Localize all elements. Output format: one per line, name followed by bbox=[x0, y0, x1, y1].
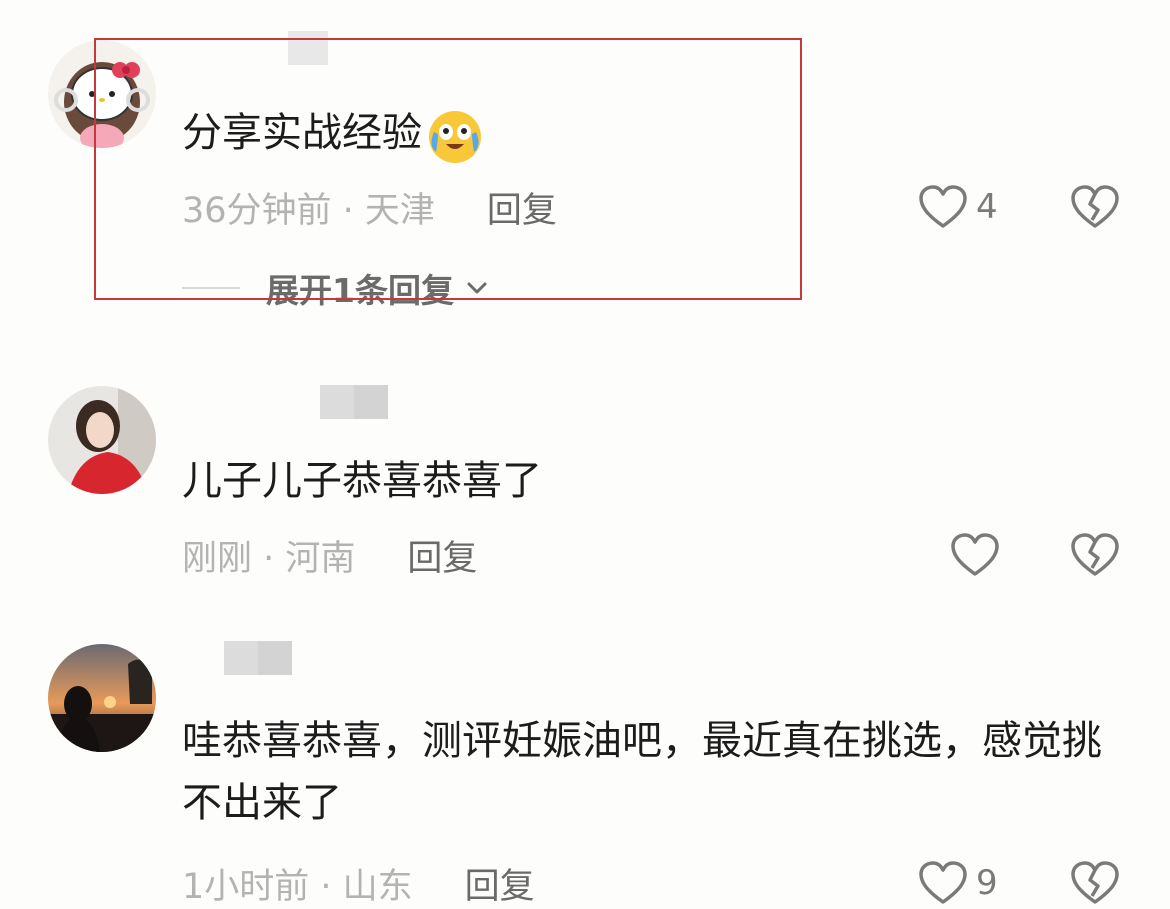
avatar[interactable] bbox=[48, 40, 156, 148]
comment-body: 哇恭喜恭喜，测评妊娠油吧，最近真在挑选，感觉挑不出来了 bbox=[182, 718, 1102, 826]
like-button[interactable]: 4 bbox=[918, 182, 998, 232]
heart-icon bbox=[951, 533, 999, 576]
dislike-button[interactable] bbox=[1070, 858, 1120, 908]
like-count: 4 bbox=[976, 187, 998, 227]
like-count: 9 bbox=[976, 863, 998, 903]
username-blurred[interactable] bbox=[182, 382, 388, 422]
username-mosaic bbox=[258, 641, 292, 675]
reply-button[interactable]: 回复 bbox=[407, 530, 477, 581]
dislike-button[interactable] bbox=[1070, 530, 1120, 580]
username-blurred[interactable] bbox=[182, 638, 292, 678]
like-button[interactable] bbox=[950, 530, 1008, 580]
comment-meta: 刚刚 · 河南 回复 bbox=[182, 530, 477, 581]
comment-meta: 36分钟前 · 天津 回复 bbox=[182, 182, 557, 233]
username-mosaic bbox=[288, 31, 328, 65]
reply-button[interactable]: 回复 bbox=[487, 182, 557, 233]
comment-meta: 1小时前 · 山东 回复 bbox=[182, 858, 535, 909]
broken-heart-icon bbox=[1071, 533, 1119, 576]
chevron-down-icon bbox=[467, 282, 487, 294]
expand-replies[interactable]: 展开1条回复 bbox=[182, 266, 490, 310]
username-mosaic bbox=[224, 641, 258, 675]
username-mosaic bbox=[320, 385, 354, 419]
username-mosaic bbox=[354, 385, 388, 419]
expand-replies-label: 展开1条回复 bbox=[266, 271, 454, 310]
time-location: 刚刚 · 河南 bbox=[182, 538, 356, 579]
reply-button[interactable]: 回复 bbox=[465, 858, 535, 909]
broken-heart-icon bbox=[1071, 185, 1119, 228]
avatar[interactable] bbox=[48, 386, 156, 494]
like-button[interactable]: 9 bbox=[918, 858, 998, 908]
comment-text: 分享实战经验 bbox=[182, 102, 1122, 164]
crying-laughing-face-icon bbox=[429, 111, 481, 163]
username-blurred[interactable] bbox=[182, 28, 328, 68]
comment-body: 分享实战经验 bbox=[182, 110, 422, 156]
comment-body: 儿子儿子恭喜恭喜了 bbox=[182, 458, 542, 504]
time-location: 36分钟前 · 天津 bbox=[182, 190, 435, 231]
comment-text: 儿子儿子恭喜恭喜了 bbox=[182, 450, 1122, 512]
girl-portrait-avatar-icon bbox=[48, 386, 156, 494]
dislike-button[interactable] bbox=[1070, 182, 1120, 232]
hello-kitty-avatar-icon bbox=[48, 40, 156, 148]
heart-icon bbox=[919, 185, 967, 228]
heart-icon bbox=[919, 861, 967, 904]
comment-text: 哇恭喜恭喜，测评妊娠油吧，最近真在挑选，感觉挑不出来了 bbox=[182, 710, 1122, 834]
highlight-box bbox=[94, 38, 802, 300]
sunset-silhouette-avatar-icon bbox=[48, 644, 156, 752]
time-location: 1小时前 · 山东 bbox=[182, 866, 413, 907]
expand-divider bbox=[182, 287, 240, 289]
avatar[interactable] bbox=[48, 644, 156, 752]
broken-heart-icon bbox=[1071, 861, 1119, 904]
